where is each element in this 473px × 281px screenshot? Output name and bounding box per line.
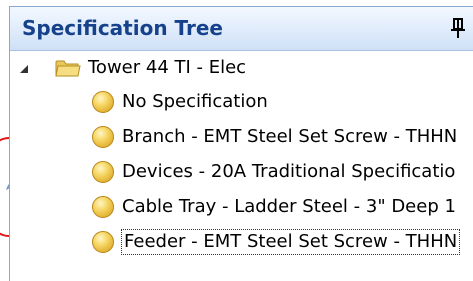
tree-item[interactable]: Devices - 20A Traditional Specificatio bbox=[92, 157, 455, 187]
tree-root-label: Tower 44 TI - Elec bbox=[88, 57, 247, 78]
tree-item-label: Cable Tray - Ladder Steel - 3" Deep 1 bbox=[122, 196, 456, 217]
spec-circle-icon bbox=[92, 196, 114, 218]
panel-title: Specification Tree bbox=[22, 16, 223, 40]
tree-item-label: Branch - EMT Steel Set Screw - THHN bbox=[122, 126, 458, 147]
spec-circle-icon bbox=[92, 126, 114, 148]
spec-circle-icon bbox=[92, 231, 114, 253]
tree-item-selected[interactable]: Feeder - EMT Steel Set Screw - THHN bbox=[92, 227, 461, 257]
tree-item[interactable]: No Specification bbox=[92, 87, 268, 117]
screenshot-root: Specification Tree Tower 44 TI - Elec No… bbox=[0, 0, 473, 281]
tree-item-label: No Specification bbox=[122, 91, 268, 112]
specification-tree: Tower 44 TI - Elec No Specification Bran… bbox=[10, 51, 473, 281]
tree-item-label: Feeder - EMT Steel Set Screw - THHN bbox=[120, 229, 461, 255]
pin-icon[interactable] bbox=[448, 16, 468, 40]
specification-tree-panel: Specification Tree Tower 44 TI - Elec No… bbox=[9, 6, 473, 281]
expand-triangle-icon[interactable] bbox=[19, 64, 29, 74]
spec-circle-icon bbox=[92, 161, 114, 183]
tree-item[interactable]: Branch - EMT Steel Set Screw - THHN bbox=[92, 122, 457, 152]
panel-titlebar: Specification Tree bbox=[10, 7, 473, 51]
tree-root-node[interactable]: Tower 44 TI - Elec bbox=[10, 53, 470, 83]
tree-item-label: Devices - 20A Traditional Specificatio bbox=[122, 161, 456, 182]
spec-circle-icon bbox=[92, 91, 114, 113]
folder-icon bbox=[55, 60, 81, 77]
tree-item[interactable]: Cable Tray - Ladder Steel - 3" Deep 1 bbox=[92, 192, 456, 222]
